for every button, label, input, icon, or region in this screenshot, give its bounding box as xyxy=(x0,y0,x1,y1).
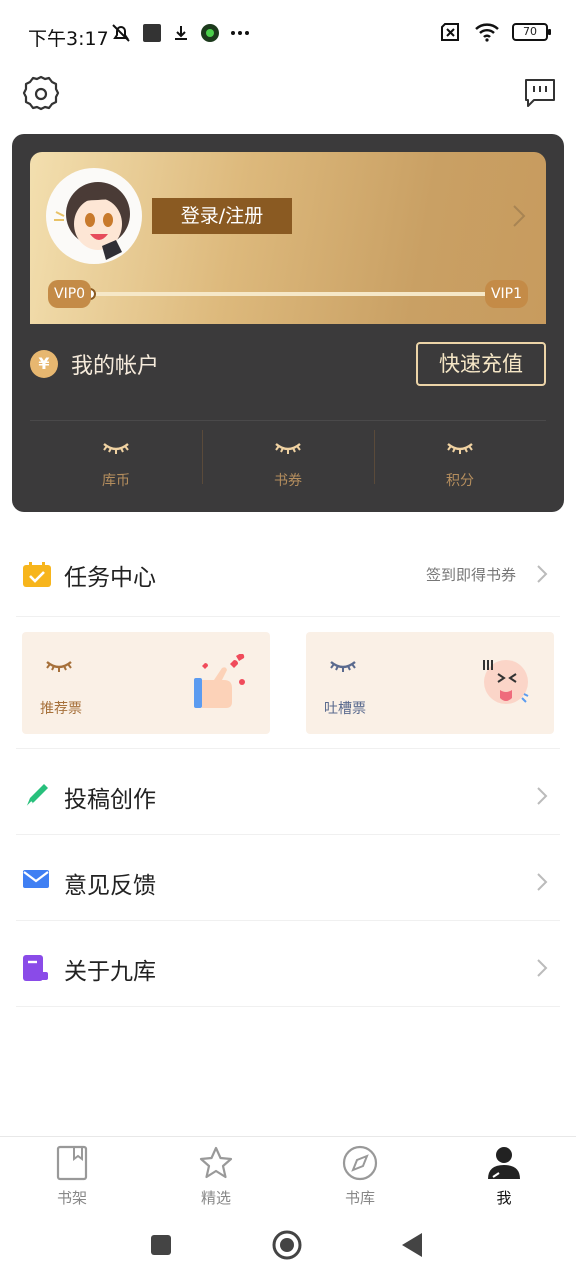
battery-level: 70 xyxy=(523,25,537,38)
tab-bookshelf-label: 书架 xyxy=(56,1189,87,1207)
wifi-icon xyxy=(475,23,499,42)
stat-points-label: 积分 xyxy=(446,473,474,489)
hidden-eye-icon xyxy=(46,661,72,672)
bottom-nav: 书架 精选 书库 我 xyxy=(0,1136,576,1212)
about-title: 关于九库 xyxy=(64,959,156,985)
complain-ticket-card[interactable]: 吐槽票 xyxy=(306,632,554,734)
task-center-row[interactable]: 任务中心 签到即得书券 xyxy=(16,546,560,602)
quick-recharge-button[interactable]: 快速充值 xyxy=(416,342,546,386)
battery-indicator: 70 xyxy=(512,23,551,41)
star-icon xyxy=(199,1146,233,1179)
vip-track xyxy=(88,292,488,296)
status-time: 下午3:17 xyxy=(28,28,109,50)
mute-bell-icon xyxy=(112,24,130,42)
tab-featured-label: 精选 xyxy=(200,1189,231,1207)
stat-kubi[interactable]: 库币 xyxy=(30,426,202,490)
user-banner[interactable]: 登录/注册 VIP0 VIP1 xyxy=(30,152,546,324)
status-icons-right: 70 xyxy=(440,22,551,42)
tab-bookshelf[interactable]: 书架 xyxy=(0,1137,144,1212)
system-nav-bar xyxy=(0,1212,576,1280)
more-dots-icon xyxy=(231,31,249,35)
vip-next-badge: VIP1 xyxy=(484,280,528,308)
status-icons-left xyxy=(110,22,250,44)
green-app-icon xyxy=(201,24,219,42)
account-divider xyxy=(30,420,546,421)
mail-icon xyxy=(23,870,49,888)
divider xyxy=(16,834,560,835)
tab-library[interactable]: 书库 xyxy=(288,1137,432,1212)
home-icon[interactable] xyxy=(272,1230,302,1260)
my-account-row: ¥ 我的帐户 快速充值 xyxy=(30,342,546,388)
back-icon[interactable] xyxy=(400,1232,424,1258)
submit-writing-row[interactable]: 投稿创作 xyxy=(16,764,560,824)
avatar[interactable] xyxy=(46,168,142,264)
about-row[interactable]: 关于九库 xyxy=(16,936,560,996)
pen-nib-icon xyxy=(25,784,48,809)
feedback-title: 意见反馈 xyxy=(64,873,156,899)
hidden-eye-icon xyxy=(103,443,129,454)
message-icon xyxy=(525,79,555,107)
tongue-face-icon xyxy=(483,660,529,704)
finger-heart-icon xyxy=(194,654,245,708)
message-button[interactable] xyxy=(524,78,556,112)
feedback-row[interactable]: 意见反馈 xyxy=(16,850,560,910)
chevron-right-icon xyxy=(537,565,548,583)
chevron-right-icon xyxy=(537,959,548,977)
chevron-right-icon xyxy=(537,787,548,805)
tab-me-label: 我 xyxy=(496,1189,512,1207)
divider xyxy=(16,748,560,749)
compass-icon xyxy=(342,1145,378,1181)
my-account-label: 我的帐户 xyxy=(71,354,160,379)
task-center-hint: 签到即得书券 xyxy=(425,566,516,584)
submit-writing-title: 投稿创作 xyxy=(64,787,156,813)
complain-ticket-label: 吐槽票 xyxy=(324,701,366,717)
bookshelf-icon xyxy=(56,1145,88,1181)
vip-current-badge: VIP0 xyxy=(48,280,92,308)
calendar-check-icon xyxy=(23,562,51,587)
status-bar: 下午3:17 70 xyxy=(0,0,576,72)
recommend-ticket-label: 推荐票 xyxy=(40,701,82,717)
hidden-eye-icon xyxy=(330,661,356,672)
no-sim-icon xyxy=(441,23,459,41)
chevron-right-icon xyxy=(513,205,526,227)
recent-apps-icon[interactable] xyxy=(150,1234,172,1256)
book-icon xyxy=(23,955,48,981)
stat-kubi-label: 库币 xyxy=(102,473,130,489)
stat-points[interactable]: 积分 xyxy=(374,426,546,490)
divider xyxy=(16,920,560,921)
avatar-illustration xyxy=(54,182,130,260)
vip-progress: VIP0 VIP1 xyxy=(48,280,528,308)
yuan-icon: ¥ xyxy=(30,350,58,378)
settings-button[interactable] xyxy=(22,74,60,118)
download-icon xyxy=(175,26,187,40)
task-center-title: 任务中心 xyxy=(64,565,156,591)
gear-icon xyxy=(22,75,60,111)
stat-voucher[interactable]: 书券 xyxy=(202,426,374,490)
hidden-eye-icon xyxy=(447,443,473,454)
stat-voucher-label: 书券 xyxy=(274,473,302,489)
recommend-ticket-card[interactable]: 推荐票 xyxy=(22,632,270,734)
account-card: 登录/注册 VIP0 VIP1 ¥ 我的帐户 快速充值 库币 书券 积分 xyxy=(12,134,564,512)
tab-me[interactable]: 我 xyxy=(432,1137,576,1212)
tab-library-label: 书库 xyxy=(344,1189,375,1207)
banner-chevron xyxy=(512,204,526,232)
tab-featured[interactable]: 精选 xyxy=(144,1137,288,1212)
divider xyxy=(16,616,560,617)
top-toolbar xyxy=(0,72,576,120)
divider xyxy=(16,1006,560,1007)
chevron-right-icon xyxy=(537,873,548,891)
app-square-icon xyxy=(143,24,161,42)
user-icon xyxy=(488,1147,520,1179)
hidden-eye-icon xyxy=(275,443,301,454)
login-register-button[interactable]: 登录/注册 xyxy=(152,198,292,234)
balance-stats: 库币 书券 积分 xyxy=(30,426,546,490)
